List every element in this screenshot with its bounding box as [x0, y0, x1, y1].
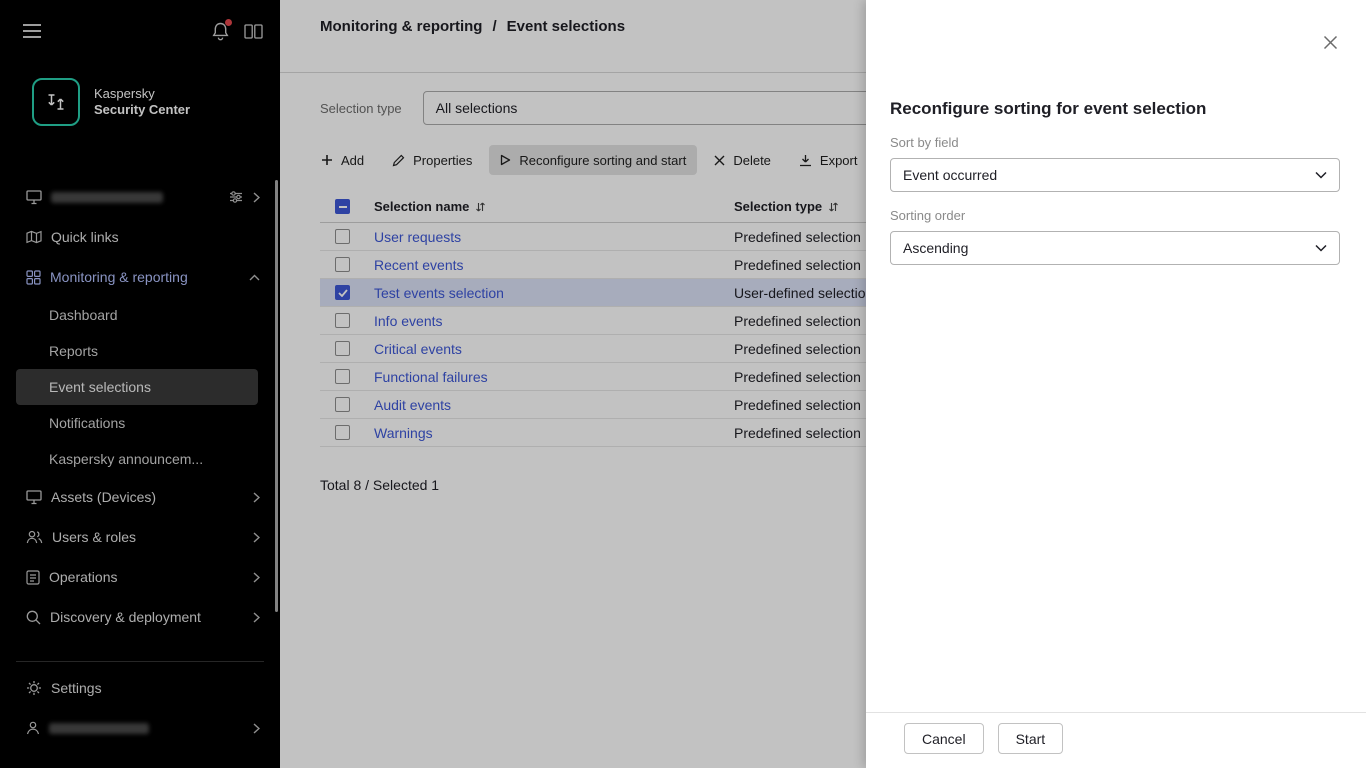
- start-button[interactable]: Start: [998, 723, 1064, 754]
- modal-overlay[interactable]: [0, 0, 866, 768]
- app-root: Kaspersky Security Center Quick links Mo…: [0, 0, 1366, 768]
- sort-by-field-label: Sort by field: [890, 135, 1340, 150]
- sorting-order-select[interactable]: Ascending: [890, 231, 1340, 265]
- reconfigure-sorting-drawer: Reconfigure sorting for event selection …: [866, 0, 1366, 768]
- sorting-order-value: Ascending: [903, 240, 968, 256]
- sort-by-field-value: Event occurred: [903, 167, 997, 183]
- sorting-order-label: Sorting order: [890, 208, 1340, 223]
- chevron-down-icon: [1315, 171, 1327, 179]
- drawer-title: Reconfigure sorting for event selection: [890, 99, 1340, 119]
- cancel-button[interactable]: Cancel: [904, 723, 984, 754]
- drawer-footer: Cancel Start: [866, 712, 1366, 768]
- sort-by-field-select[interactable]: Event occurred: [890, 158, 1340, 192]
- chevron-down-icon: [1315, 244, 1327, 252]
- drawer-body: Reconfigure sorting for event selection …: [890, 0, 1340, 265]
